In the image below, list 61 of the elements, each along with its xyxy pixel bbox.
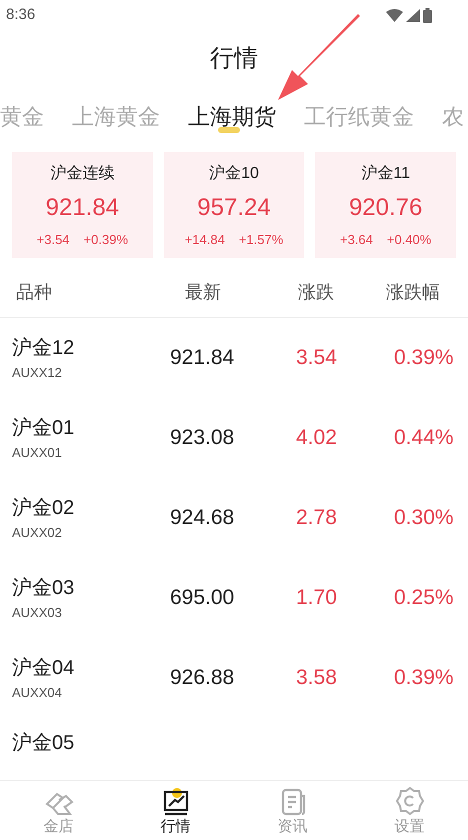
column-header: 品种: [15, 281, 53, 304]
quote-card[interactable]: 沪金连续 921.84 +3.54 +0.39%: [12, 152, 153, 258]
price: 957.24: [197, 193, 271, 223]
column-header: 最新: [184, 281, 222, 304]
contract-name: 沪金01: [12, 416, 76, 442]
contract-name: 沪金11: [361, 164, 410, 184]
latest-price: 921.84: [169, 345, 236, 372]
settings-icon: [394, 786, 424, 816]
contract-name: 沪金05: [12, 731, 76, 756]
column-header: 涨跌: [297, 281, 335, 304]
percent-change: 0.39%: [393, 665, 455, 692]
quote-row[interactable]: 沪金02 AUXX02 924.68 2.78 0.30%: [0, 478, 468, 558]
change-percent: +0.40%: [386, 231, 432, 249]
price-change: 3.54: [295, 345, 338, 372]
quote-row[interactable]: 沪金03 AUXX03 695.00 1.70 0.25%: [0, 558, 468, 638]
contract-code: AUXX04: [12, 684, 63, 702]
change: +14.84: [184, 231, 225, 249]
nav-tab[interactable]: 行情: [117, 781, 234, 840]
quote-row[interactable]: 沪金04 AUXX04 926.88 3.58 0.39%: [0, 638, 468, 718]
change: +3.64: [340, 231, 373, 249]
contract-name: 沪金12: [12, 336, 76, 362]
price: 921.84: [46, 193, 120, 223]
change-percent: +0.39%: [84, 231, 128, 249]
percent-change: 0.44%: [393, 425, 455, 452]
latest-price: 924.68: [169, 505, 236, 532]
price-change: 4.02: [295, 425, 338, 452]
latest-price: 923.08: [169, 425, 236, 452]
signal-icon: [406, 8, 420, 22]
contract-code: AUXX12: [12, 364, 63, 382]
quote-card[interactable]: 沪金10 957.24 +14.84 +1.57%: [164, 152, 304, 258]
quote-row[interactable]: 沪金05: [0, 718, 468, 758]
change: +3.54: [36, 231, 70, 249]
price: 920.76: [348, 193, 422, 223]
chart-icon: [162, 788, 190, 816]
status-time: 8:36: [6, 4, 36, 25]
latest-price: 695.00: [169, 585, 236, 612]
percent-change: 0.30%: [393, 505, 455, 532]
page-title: 行情: [210, 44, 258, 74]
price-change: 3.58: [295, 665, 338, 692]
percent-change: 0.39%: [393, 345, 455, 372]
contract-name: 沪金10: [209, 164, 259, 184]
quote-card[interactable]: 沪金11 920.76 +3.64 +0.40%: [315, 152, 456, 258]
quote-row[interactable]: 沪金01 AUXX01 923.08 4.02 0.44%: [0, 398, 468, 478]
battery-icon: [423, 8, 432, 22]
contract-code: AUXX01: [12, 444, 63, 462]
contract-name: 沪金02: [12, 496, 76, 522]
contract-name: 沪金连续: [50, 164, 114, 184]
contract-code: AUXX02: [12, 524, 63, 542]
column-header: 涨跌幅: [385, 281, 441, 304]
wifi-icon: [386, 8, 403, 22]
change-percent: +1.57%: [238, 231, 284, 249]
market-tab[interactable]: 上海期货: [188, 100, 276, 132]
quote-row[interactable]: 沪金12 AUXX12 921.84 3.54 0.39%: [0, 318, 468, 398]
contract-code: AUXX03: [12, 604, 63, 622]
percent-change: 0.25%: [393, 585, 455, 612]
price-change: 1.70: [295, 585, 338, 612]
price-change: 2.78: [295, 505, 338, 532]
contract-name: 沪金03: [12, 576, 76, 602]
document-icon: [280, 788, 306, 816]
latest-price: 926.88: [169, 665, 236, 692]
contract-name: 沪金04: [12, 656, 76, 682]
